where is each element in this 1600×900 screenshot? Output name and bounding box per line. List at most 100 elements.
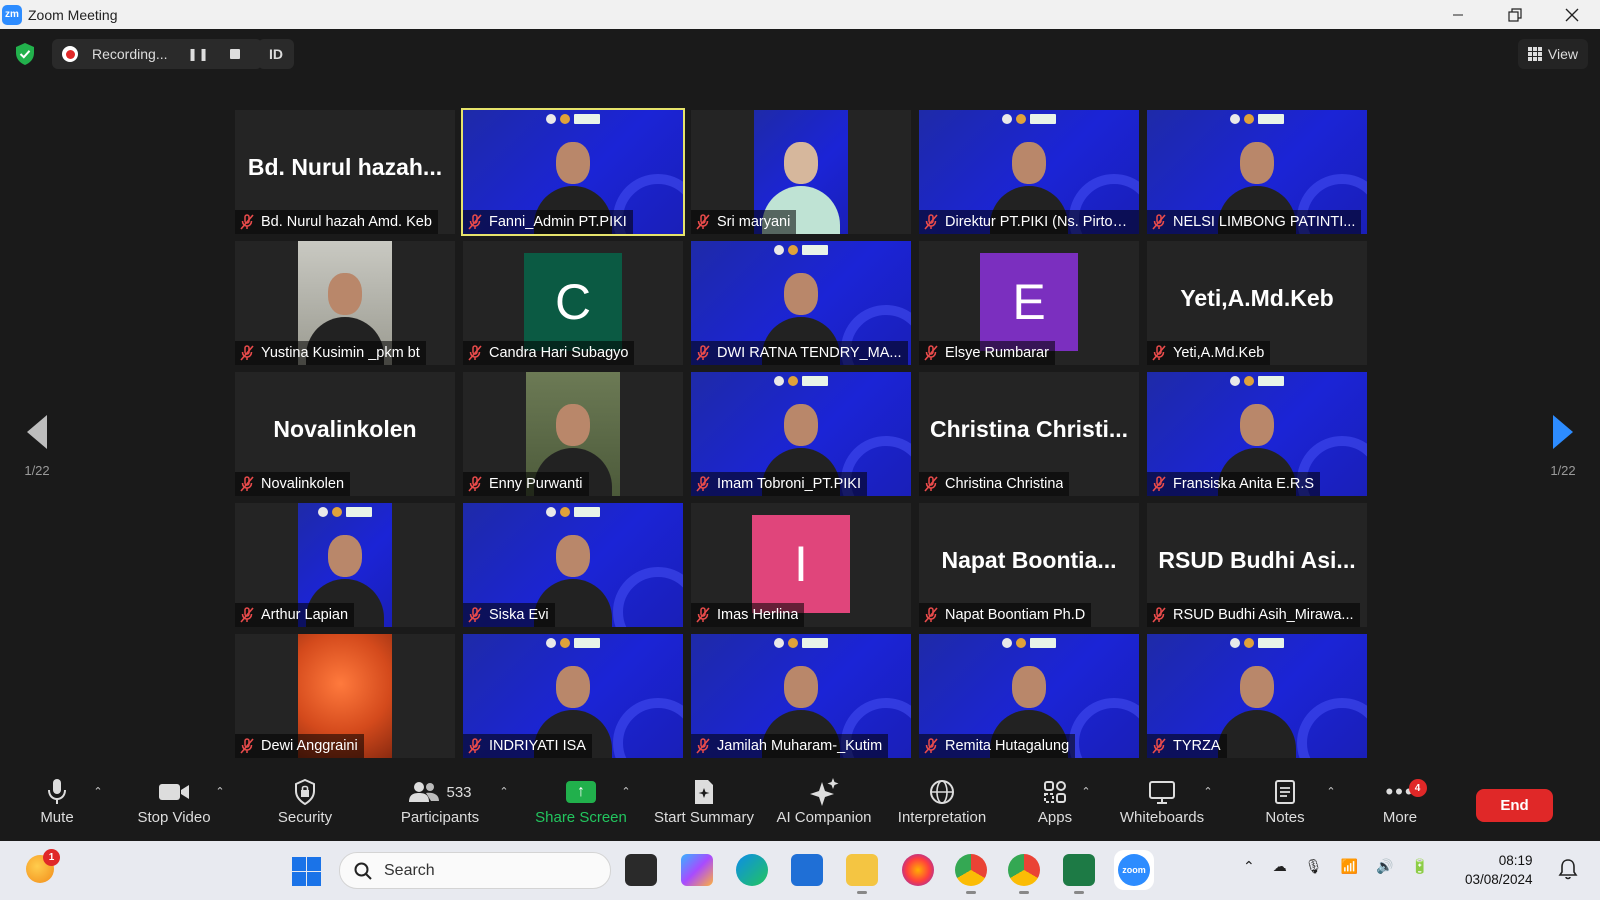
more-notification-badge: 4: [1408, 779, 1427, 797]
edge-browser-icon[interactable]: [736, 854, 768, 886]
pause-recording-icon[interactable]: ❚❚: [187, 47, 209, 61]
notification-bell-icon[interactable]: [1557, 858, 1579, 880]
whiteboards-options-caret[interactable]: ⌃: [1202, 775, 1214, 839]
tray-overflow-chevron-icon[interactable]: ⌃: [1243, 858, 1255, 875]
participant-tile[interactable]: RSUD Budhi Asi... RSUD Budhi Asih_Mirawa.…: [1147, 503, 1367, 627]
participant-tile[interactable]: Enny Purwanti: [463, 372, 683, 496]
participants-options-caret[interactable]: ⌃: [498, 775, 510, 839]
participant-tile[interactable]: Remita Hutagalung: [919, 634, 1139, 758]
participant-tile[interactable]: Christina Christi... Christina Christina: [919, 372, 1139, 496]
microsoft-store-icon[interactable]: [791, 854, 823, 886]
participant-tile[interactable]: C Candra Hari Subagyo: [463, 241, 683, 365]
muted-microphone-icon: [468, 214, 482, 230]
excel-icon[interactable]: [1063, 854, 1095, 894]
participant-tile[interactable]: I Imas Herlina: [691, 503, 911, 627]
participant-tile[interactable]: INDRIYATI ISA: [463, 634, 683, 758]
participant-avatar: I: [752, 515, 850, 613]
ai-companion-button[interactable]: AI Companion: [774, 775, 874, 839]
notes-options-caret[interactable]: ⌃: [1325, 775, 1337, 839]
minimize-button[interactable]: [1429, 0, 1486, 29]
arrow-right-icon: [1553, 415, 1573, 449]
participant-tile[interactable]: Yustina Kusimin _pkm bt: [235, 241, 455, 365]
task-view-icon[interactable]: [625, 854, 657, 886]
previous-page-button[interactable]: 1/22: [12, 415, 62, 478]
close-button[interactable]: [1543, 0, 1600, 29]
onedrive-cloud-icon[interactable]: ☁: [1273, 858, 1287, 875]
next-page-button[interactable]: 1/22: [1538, 415, 1588, 478]
participant-tile[interactable]: Novalinkolen Novalinkolen: [235, 372, 455, 496]
muted-microphone-icon: [468, 607, 482, 623]
participant-name: Enny Purwanti: [489, 476, 583, 492]
volume-icon[interactable]: 🔊: [1376, 858, 1393, 875]
participant-tile[interactable]: Dewi Anggraini: [235, 634, 455, 758]
mute-button[interactable]: Mute: [36, 775, 78, 839]
page-indicator-right: 1/22: [1550, 463, 1576, 478]
participant-name: Direktur PT.PIKI (Ns. Pirton L...: [945, 214, 1133, 230]
muted-microphone-icon: [240, 476, 254, 492]
restore-button[interactable]: [1486, 0, 1543, 29]
muted-microphone-icon: [468, 476, 482, 492]
whiteboards-button[interactable]: Whiteboards: [1117, 775, 1207, 839]
participant-tile[interactable]: NELSI LIMBONG PATINTI...: [1147, 110, 1367, 234]
battery-icon[interactable]: 🔋: [1411, 858, 1428, 875]
participant-name-bar: Elsye Rumbarar: [919, 341, 1055, 365]
firefox-icon[interactable]: [902, 854, 934, 886]
weather-widget-icon[interactable]: 1: [26, 849, 60, 883]
participant-tile[interactable]: Direktur PT.PIKI (Ns. Pirton L...: [919, 110, 1139, 234]
share-screen-button[interactable]: ↑ Share Screen: [535, 775, 627, 839]
end-meeting-button[interactable]: End: [1476, 789, 1553, 822]
participant-name: Yeti,A.Md.Keb: [1173, 345, 1265, 361]
participant-name-bar: Novalinkolen: [235, 472, 351, 496]
participant-name: Arthur Lapian: [261, 607, 349, 623]
more-button[interactable]: ••• 4 More: [1380, 775, 1427, 839]
participant-tile[interactable]: E Elsye Rumbarar: [919, 241, 1139, 365]
start-menu-windows-icon[interactable]: [292, 857, 321, 886]
participant-name-bar: INDRIYATI ISA: [463, 734, 592, 758]
apps-button[interactable]: Apps: [1035, 775, 1075, 839]
minimize-icon: [1452, 14, 1463, 15]
chrome-profile-1-icon[interactable]: [955, 854, 987, 894]
participant-tile[interactable]: Jamilah Muharam-_Kutim: [691, 634, 911, 758]
share-options-caret[interactable]: ⌃: [620, 775, 632, 839]
audio-options-caret[interactable]: ⌃: [92, 775, 104, 839]
participant-name-bar: Yustina Kusimin _pkm bt: [235, 341, 426, 365]
participant-tile[interactable]: Fanni_Admin PT.PIKI: [461, 108, 685, 236]
stop-video-button[interactable]: Stop Video: [134, 775, 214, 839]
security-button[interactable]: Security: [275, 775, 335, 839]
file-explorer-icon[interactable]: [846, 854, 878, 894]
apps-options-caret[interactable]: ⌃: [1080, 775, 1092, 839]
encryption-shield-icon[interactable]: [14, 42, 36, 66]
participant-name-bar: Fanni_Admin PT.PIKI: [463, 210, 633, 234]
clock-time: 08:19: [1498, 853, 1533, 868]
participant-tile[interactable]: Siska Evi: [463, 503, 683, 627]
participant-tile[interactable]: DWI RATNA TENDRY_MA...: [691, 241, 911, 365]
participant-tile[interactable]: TYRZA: [1147, 634, 1367, 758]
view-button[interactable]: View: [1517, 39, 1588, 69]
participant-tile[interactable]: Bd. Nurul hazah... Bd. Nurul hazah Amd. K…: [235, 110, 455, 234]
participant-tile[interactable]: Imam Tobroni_PT.PIKI: [691, 372, 911, 496]
meeting-id-button[interactable]: ID: [258, 39, 294, 69]
participants-button[interactable]: 533 Participants: [395, 775, 485, 839]
start-summary-button[interactable]: Start Summary: [650, 775, 758, 839]
video-options-caret[interactable]: ⌃: [214, 775, 226, 839]
microphone-tray-icon[interactable]: 🎙: [1305, 858, 1323, 875]
participant-tile[interactable]: Napat Boontia... Napat Boontiam Ph.D: [919, 503, 1139, 627]
clock-date: 03/08/2024: [1465, 872, 1533, 887]
participant-tile[interactable]: Arthur Lapian: [235, 503, 455, 627]
participant-tile[interactable]: Fransiska Anita E.R.S: [1147, 372, 1367, 496]
chrome-profile-2-icon[interactable]: [1008, 854, 1040, 894]
participant-name: Imam Tobroni_PT.PIKI: [717, 476, 861, 492]
copilot-icon[interactable]: [681, 854, 713, 886]
participant-name-bar: Imas Herlina: [691, 603, 805, 627]
zoom-taskbar-icon[interactable]: zoom: [1118, 854, 1150, 886]
interpretation-button[interactable]: Interpretation: [892, 775, 992, 839]
participant-tile[interactable]: Sri maryani: [691, 110, 911, 234]
stop-recording-icon[interactable]: [229, 49, 240, 59]
participant-name-bar: Fransiska Anita E.R.S: [1147, 472, 1321, 496]
wifi-icon[interactable]: 📶: [1341, 858, 1358, 875]
notes-button[interactable]: Notes: [1262, 775, 1308, 839]
participant-tile[interactable]: Yeti,A.Md.Keb Yeti,A.Md.Keb: [1147, 241, 1367, 365]
taskbar-search-box[interactable]: Search: [339, 852, 611, 889]
taskbar-clock[interactable]: 08:19 03/08/2024: [1465, 851, 1533, 889]
zoom-app-icon: zm: [2, 4, 22, 25]
